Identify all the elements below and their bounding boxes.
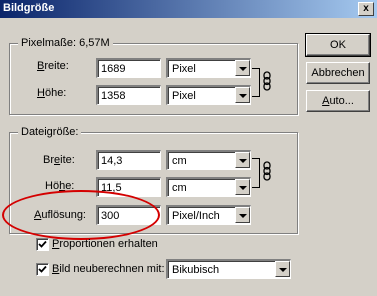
constrain-proportions-label[interactable]: Proportionen erhalten [52,238,158,250]
resample-method-select[interactable]: Bikubisch [166,259,291,279]
pixel-width-label: Breite: [37,60,69,72]
pixel-width-unit-value: Pixel [172,63,196,75]
pixel-link-bracket [252,68,260,97]
doc-height-label: Höhe: [45,180,75,192]
chevron-down-icon[interactable] [235,179,250,195]
chevron-down-icon[interactable] [235,152,250,168]
chevron-down-icon[interactable] [235,207,250,223]
window-title: Bildgröße [3,2,55,14]
checkmark-icon [38,240,47,248]
chevron-down-icon[interactable] [235,60,250,76]
doc-height-unit-value: cm [172,182,187,194]
resolution-input[interactable]: 300 [96,205,161,225]
pixel-height-input[interactable]: 1358 [96,85,161,105]
doc-height-unit-select[interactable]: cm [166,177,251,197]
document-size-legend: Dateigröße: [18,126,82,138]
resolution-label: Auflösung: [34,209,86,221]
resample-method-value: Bikubisch [172,264,220,276]
pixel-dimensions-legend: Pixelmaße: 6,57M [18,37,113,49]
pixel-height-label: Höhe: [37,87,67,99]
chain-link-icon [263,161,271,181]
resample-image-checkbox[interactable] [36,263,49,276]
document-link-bracket [252,158,260,188]
chevron-down-icon[interactable] [235,87,250,103]
ok-button[interactable]: OK [305,33,371,57]
pixel-width-unit-select[interactable]: Pixel [166,58,251,78]
close-icon: x [363,3,369,14]
doc-width-unit-value: cm [172,155,187,167]
cancel-button[interactable]: Abbrechen [306,62,370,84]
pixel-width-input[interactable]: 1689 [96,58,161,78]
doc-width-unit-select[interactable]: cm [166,150,251,170]
title-bar: Bildgröße x [0,0,377,18]
auto-button[interactable]: Auto... [306,90,370,112]
resample-image-label[interactable]: Bild neuberechnen mit: [52,263,165,275]
doc-width-label: Breite: [43,154,75,166]
checkmark-icon [38,265,47,273]
doc-width-input[interactable]: 14,3 [96,150,161,170]
chevron-down-icon[interactable] [275,261,290,277]
resolution-unit-value: Pixel/Inch [172,210,220,222]
doc-height-input[interactable]: 11,5 [96,177,161,197]
pixel-height-unit-value: Pixel [172,90,196,102]
constrain-proportions-checkbox[interactable] [36,238,49,251]
resolution-unit-select[interactable]: Pixel/Inch [166,205,251,225]
close-button[interactable]: x [358,2,374,16]
chain-link-icon [263,71,271,91]
pixel-height-unit-select[interactable]: Pixel [166,85,251,105]
